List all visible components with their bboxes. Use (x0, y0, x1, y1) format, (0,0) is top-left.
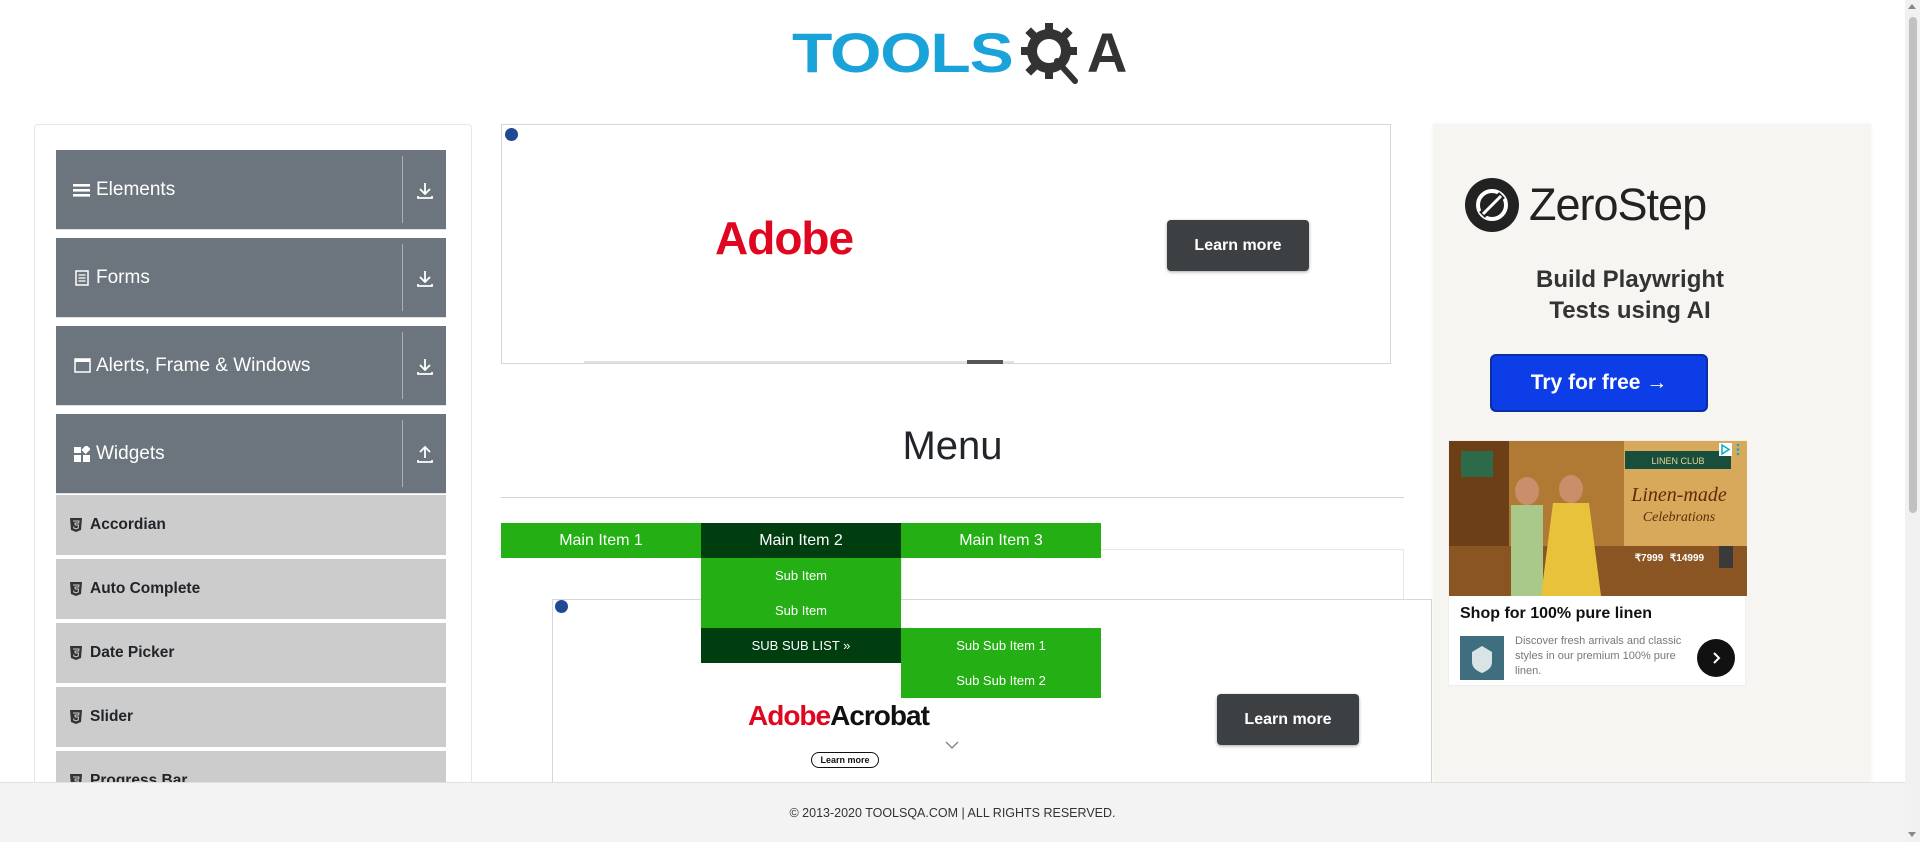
sidebar-group-label: Alerts, Frame & Windows (96, 354, 311, 376)
linen-tagline: Linen-made (1630, 484, 1727, 506)
linen-ad-title[interactable]: Shop for 100% pure linen (1460, 605, 1652, 623)
ad-sidebar-right[interactable]: ZeroStep Build Playwright Tests using AI… (1433, 124, 1871, 784)
adchoices-icon[interactable] (1719, 443, 1732, 456)
linen-ad-illustration: LINEN CLUB Linen-made Celebrations ₹7999… (1449, 441, 1747, 596)
learn-more-button[interactable]: Learn more (1217, 694, 1359, 745)
try-for-free-button[interactable]: Try for free → (1490, 354, 1708, 412)
linen-brand-thumbnail (1460, 636, 1504, 680)
sidebar-group-label: Forms (96, 266, 150, 288)
logo-text: TOOLS (792, 20, 1014, 84)
chevron-right-icon (1713, 652, 1721, 664)
menu-sub-sub-item-2[interactable]: Sub Sub Item 2 (901, 663, 1101, 698)
ad-progress-track (584, 361, 1014, 363)
zerostep-headline: Build Playwright Tests using AI (1465, 264, 1795, 326)
divider (402, 420, 403, 487)
adchoices-icon[interactable] (505, 128, 518, 141)
page-title: Menu (902, 424, 1003, 468)
headline-line: Build Playwright (1535, 266, 1724, 293)
sidebar-group-alerts[interactable]: Alerts, Frame & Windows (56, 326, 446, 406)
zerostep-logo: ZeroStep (1465, 178, 1707, 232)
ad-banner-top[interactable]: Adobe Learn more (501, 124, 1391, 364)
divider (402, 156, 403, 223)
next-arrow-button[interactable] (1697, 639, 1735, 677)
html5-icon (70, 709, 86, 725)
window-icon (72, 356, 92, 376)
linen-ad-image: LINEN CLUB Linen-made Celebrations ₹7999… (1449, 441, 1747, 596)
sidebar-item-label: Accordian (90, 516, 166, 533)
zerostep-brand: ZeroStep (1529, 179, 1707, 230)
small-learn-more-button[interactable]: Learn more (811, 752, 879, 768)
scroll-up-icon[interactable] (1908, 4, 1916, 9)
page-scrollbar[interactable] (1905, 0, 1920, 842)
sidebar-item-label: Slider (90, 708, 134, 725)
gear-icon (1020, 23, 1078, 84)
zerostep-logo-icon (1465, 178, 1519, 232)
download-icon (417, 271, 433, 287)
menu-sub-sub-item-1[interactable]: Sub Sub Item 1 (901, 628, 1101, 663)
more-options-icon[interactable] (1735, 443, 1741, 456)
ad-flags[interactable] (1719, 443, 1741, 456)
scroll-down-icon[interactable] (1908, 832, 1916, 837)
document-icon (72, 268, 92, 288)
widgets-icon (72, 444, 92, 464)
menu-sub-item[interactable]: Sub Item (701, 593, 901, 628)
sidebar-group-elements[interactable]: Elements (56, 150, 446, 230)
adobe-logo: Adobe (715, 212, 854, 264)
menu-main-item-2[interactable]: Main Item 2 (701, 523, 901, 558)
divider (402, 332, 403, 399)
sidebar-group-label: Widgets (96, 442, 165, 464)
adobe-acrobat-logo: AdobeAcrobat (748, 700, 930, 732)
headline-line: Tests using AI (1549, 297, 1711, 324)
chevron-down-icon[interactable] (945, 740, 959, 750)
sidebar-item-date-picker[interactable]: Date Picker (56, 623, 446, 685)
linen-club-logo: LINEN CLUB (1651, 456, 1704, 466)
sidebar-group-label: Elements (96, 178, 176, 200)
price-label: ₹14999 (1670, 553, 1705, 564)
menu-sub-sub-list[interactable]: SUB SUB LIST » (701, 628, 901, 663)
ad-progress-thumb (967, 360, 1003, 364)
linen-ad-card[interactable]: LINEN CLUB Linen-made Celebrations ₹7999… (1448, 440, 1747, 686)
linen-tagline: Celebrations (1643, 510, 1716, 525)
html5-icon (70, 645, 86, 661)
linen-ad-description: Discover fresh arrivals and classic styl… (1515, 635, 1682, 677)
sidebar-item-label: Auto Complete (90, 580, 201, 597)
html5-icon (70, 517, 86, 533)
sidebar-item-label: Date Picker (90, 644, 175, 661)
download-icon (417, 183, 433, 199)
copyright-text: © 2013-2020 TOOLSQA.COM | ALL RIGHTS RES… (789, 805, 1116, 820)
menu-sub-item[interactable]: Sub Item (701, 558, 901, 593)
download-icon (417, 359, 433, 375)
price-label: ₹7999 (1635, 553, 1664, 564)
toolsqa-logo[interactable]: TOOLS A (792, 14, 1127, 90)
footer: © 2013-2020 TOOLSQA.COM | ALL RIGHTS RES… (0, 782, 1905, 842)
sidebar-item-accordian[interactable]: Accordian (56, 495, 446, 557)
sidebar-group-widgets[interactable]: Widgets (56, 414, 446, 494)
sidebar-item-auto-complete[interactable]: Auto Complete (56, 559, 446, 621)
divider (402, 244, 403, 311)
sidebar-item-slider[interactable]: Slider (56, 687, 446, 749)
menu-main-item-3[interactable]: Main Item 3 (901, 523, 1101, 558)
acrobat-brand-red: Adobe (748, 700, 831, 731)
logo-suffix: A (1086, 20, 1128, 84)
menu-main-item-1[interactable]: Main Item 1 (501, 523, 701, 558)
sidebar: Elements Forms Alerts, Frame & Windows W… (34, 124, 472, 842)
upload-icon (417, 445, 433, 463)
html5-icon (70, 581, 86, 597)
divider (501, 497, 1404, 498)
scrollbar-thumb[interactable] (1909, 17, 1917, 513)
sidebar-group-forms[interactable]: Forms (56, 238, 446, 318)
learn-more-button[interactable]: Learn more (1167, 220, 1309, 271)
adchoices-icon[interactable] (555, 600, 568, 613)
acrobat-brand-black: Acrobat (830, 700, 930, 731)
list-icon (72, 180, 92, 200)
